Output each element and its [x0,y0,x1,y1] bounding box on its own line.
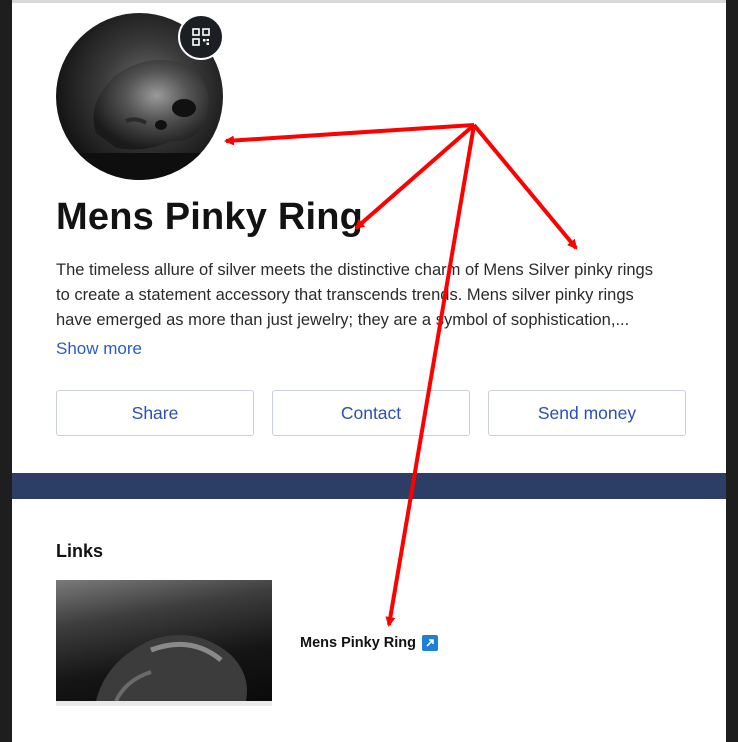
link-thumbnail[interactable] [56,580,272,701]
qr-code-button[interactable] [178,14,224,60]
share-button[interactable]: Share [56,390,254,436]
page-title: Mens Pinky Ring [56,196,364,238]
contact-button[interactable]: Contact [272,390,470,436]
link-item-label: Mens Pinky Ring [300,635,417,651]
show-more-link[interactable]: Show more [56,339,142,359]
thumbnail-shadow [56,701,272,706]
link-item-title[interactable]: Mens Pinky Ring [300,635,439,651]
top-border [12,0,726,3]
section-divider-band [12,473,726,499]
profile-description: The timeless allure of silver meets the … [56,261,653,329]
qr-code-icon [192,28,210,46]
skull-ring-thumbnail-icon [96,635,247,701]
profile-page: Mens Pinky Ring The timeless allure of s… [12,0,726,742]
send-money-button[interactable]: Send money [488,390,686,436]
links-heading: Links [56,541,104,561]
external-link-icon [422,635,439,651]
